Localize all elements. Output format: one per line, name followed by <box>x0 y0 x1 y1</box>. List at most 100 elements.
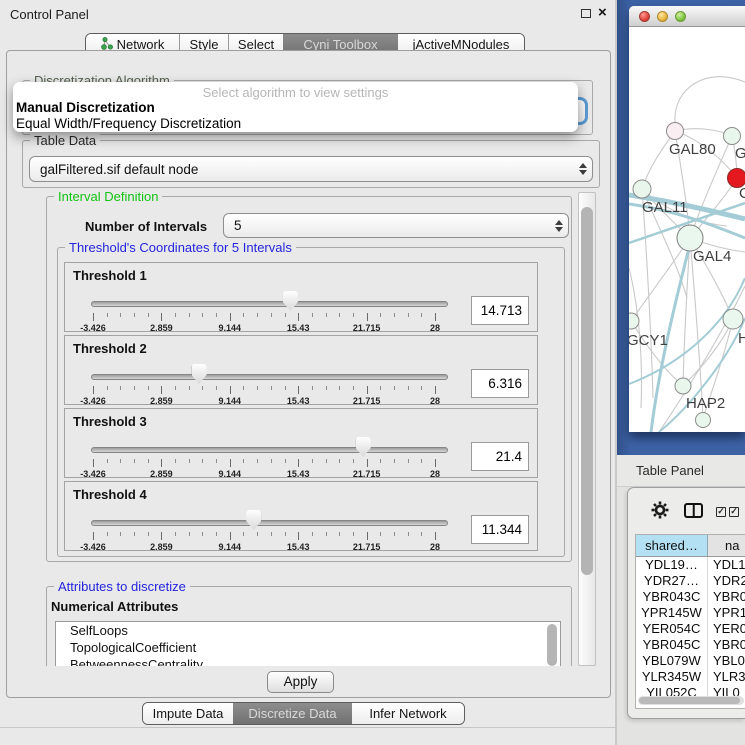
float-window-icon[interactable] <box>581 9 591 18</box>
minor-tick <box>312 532 313 536</box>
network-edge[interactable] <box>642 189 653 398</box>
table-row[interactable]: YBR045CYBR0 <box>636 637 745 653</box>
scrollbar-thumb[interactable] <box>639 697 740 704</box>
tick-label: 2.859 <box>150 469 173 479</box>
minor-tick <box>107 459 108 463</box>
table-row[interactable]: YBL079WYBL0 <box>636 653 745 669</box>
zoom-traffic-light-icon[interactable] <box>675 11 686 22</box>
table-row[interactable]: YBR043CYBR0 <box>636 589 745 605</box>
cell-shared-name: YDL19… <box>636 557 708 573</box>
minimize-traffic-light-icon[interactable] <box>657 11 668 22</box>
table-horizontal-scrollbar[interactable] <box>638 696 744 705</box>
network-edge[interactable] <box>675 77 745 122</box>
network-edge[interactable] <box>683 319 733 386</box>
network-node[interactable] <box>696 413 711 428</box>
network-edge[interactable] <box>690 238 703 418</box>
list-item[interactable]: BetweennessCentrality <box>56 656 560 666</box>
minor-tick <box>271 386 272 390</box>
slider-thumb[interactable] <box>283 291 298 311</box>
dropdown-option-equal-width-frequency[interactable]: Equal Width/Frequency Discretization <box>15 116 241 131</box>
minor-tick <box>326 313 327 317</box>
bottom-tab-label: Impute Data <box>153 706 224 721</box>
threshold-value-field[interactable]: 14.713 <box>471 296 529 325</box>
network-node-ga[interactable] <box>724 128 741 145</box>
slider-track[interactable] <box>91 447 448 453</box>
node-label: GAL11 <box>642 199 688 216</box>
list-item[interactable]: SelfLoops <box>56 622 560 639</box>
minor-tick <box>189 532 190 536</box>
minor-tick <box>120 532 121 536</box>
number-of-intervals-combobox[interactable]: 5 <box>223 213 569 238</box>
minor-tick <box>353 532 354 536</box>
network-node-h[interactable] <box>723 309 743 329</box>
minor-tick <box>243 313 244 317</box>
table-row[interactable]: YDL19…YDL1 <box>636 557 745 573</box>
list-scrollbar[interactable] <box>547 624 557 666</box>
minor-tick <box>189 459 190 463</box>
checkbox-icon[interactable]: ✓ <box>729 507 739 517</box>
numerical-attributes-list[interactable]: SelfLoopsTopologicalCoefficientBetweenne… <box>55 621 561 666</box>
column-header-name[interactable]: na <box>708 535 745 556</box>
bottom-tab-discretize-data[interactable]: Discretize Data <box>233 703 352 724</box>
minor-tick <box>202 386 203 390</box>
tick-label: 28 <box>430 542 440 552</box>
bottom-tab-infer-network[interactable]: Infer Network <box>352 703 464 724</box>
minor-tick <box>175 532 176 536</box>
threshold-panel-4: Threshold 4-3.4262.8599.14415.4321.71528… <box>64 481 538 551</box>
minor-tick <box>312 459 313 463</box>
slider-thumb[interactable] <box>246 510 261 530</box>
table-row[interactable]: YDR27…YDR2 <box>636 573 745 589</box>
tick-label: 21.715 <box>353 469 381 479</box>
minor-tick <box>394 459 395 463</box>
network-canvas[interactable]: GAL80GACGAL11GAL4GCY1HHAP2 <box>629 28 745 432</box>
tick-label: 9.144 <box>219 542 242 552</box>
scrollbar-thumb[interactable] <box>581 207 593 575</box>
apply-button[interactable]: Apply <box>267 671 334 693</box>
dropdown-option-manual-discretization[interactable]: Manual Discretization <box>15 100 155 115</box>
settings-scrollbar[interactable] <box>578 192 596 666</box>
list-item[interactable]: TopologicalCoefficient <box>56 639 560 656</box>
table-data-combobox[interactable]: galFiltered.sif default node <box>29 156 593 182</box>
network-node-hap2[interactable] <box>675 378 691 394</box>
slider-thumb[interactable] <box>356 437 371 457</box>
major-tick <box>435 532 436 540</box>
network-node-gal80[interactable] <box>667 123 684 140</box>
bottom-tab-impute-data[interactable]: Impute Data <box>143 703 233 724</box>
thresholds-group: Threshold's Coordinates for 5 Intervals … <box>57 247 565 557</box>
minor-tick <box>380 313 381 317</box>
network-window-titlebar <box>629 6 745 27</box>
threshold-value-field[interactable]: 6.316 <box>471 369 529 398</box>
network-edge[interactable] <box>642 131 675 189</box>
minor-tick <box>380 386 381 390</box>
major-tick <box>93 459 94 467</box>
slider-track[interactable] <box>91 520 448 526</box>
slider-thumb[interactable] <box>192 364 207 384</box>
gear-icon[interactable] <box>651 501 669 519</box>
checkbox-icon[interactable]: ✓ <box>716 507 726 517</box>
column-header-shared-name[interactable]: shared… <box>636 535 708 556</box>
minor-tick <box>202 459 203 463</box>
attributes-group: Attributes to discretize Numerical Attri… <box>46 586 572 666</box>
threshold-value-field[interactable]: 21.4 <box>471 442 529 471</box>
table-row[interactable]: YLR345WYLR3 <box>636 669 745 685</box>
node-label: H <box>738 330 745 347</box>
slider-track[interactable] <box>91 301 448 307</box>
tick-label: 15.43 <box>287 469 310 479</box>
slider-track[interactable] <box>91 374 448 380</box>
close-traffic-light-icon[interactable] <box>639 11 650 22</box>
minor-tick <box>408 313 409 317</box>
minor-tick <box>380 459 381 463</box>
table-row[interactable]: YPR145WYPR1 <box>636 605 745 621</box>
tick-label: 28 <box>430 469 440 479</box>
tick-label: 9.144 <box>219 323 242 333</box>
bottom-tab-label: Infer Network <box>369 706 446 721</box>
network-edge[interactable] <box>631 321 683 386</box>
dropdown-hint: Select algorithm to view settings <box>13 85 578 100</box>
minor-tick <box>312 386 313 390</box>
cell-shared-name: YER054C <box>636 621 708 637</box>
threshold-value-field[interactable]: 11.344 <box>471 515 529 544</box>
network-node-gal11[interactable] <box>633 180 651 198</box>
close-icon[interactable]: × <box>598 4 607 21</box>
table-row[interactable]: YER054CYER0 <box>636 621 745 637</box>
split-columns-icon[interactable] <box>684 503 703 518</box>
